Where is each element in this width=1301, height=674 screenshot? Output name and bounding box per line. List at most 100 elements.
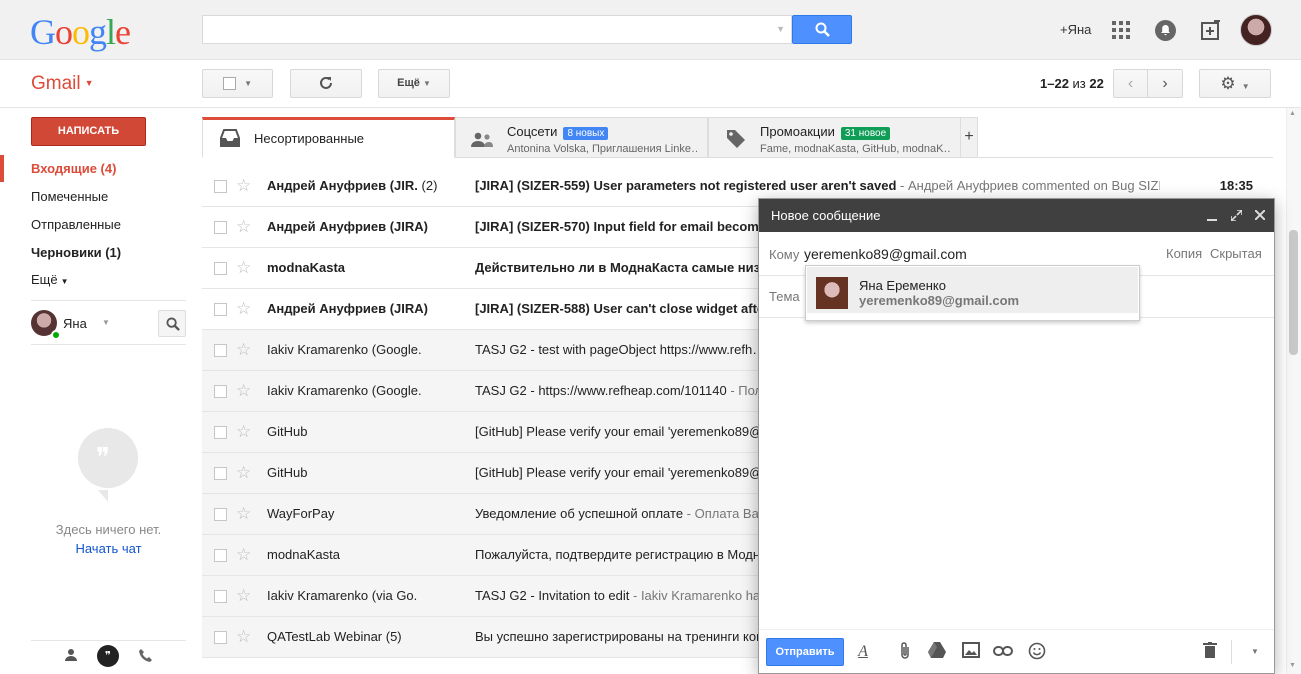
compose-title: Новое сообщение <box>771 208 881 223</box>
bcc-link[interactable]: Скрытая <box>1210 246 1262 261</box>
more-actions-button[interactable]: Ещё ▼ <box>378 69 450 98</box>
star-icon[interactable]: ☆ <box>236 217 251 237</box>
account-avatar[interactable] <box>1240 14 1272 46</box>
row-checkbox[interactable] <box>214 467 227 480</box>
add-tab-button[interactable]: + <box>960 117 978 158</box>
compose-button[interactable]: НАПИСАТЬ <box>31 117 146 146</box>
row-checkbox[interactable] <box>214 385 227 398</box>
star-icon[interactable]: ☆ <box>236 463 251 483</box>
start-chat-link[interactable]: Начать чат <box>31 541 186 556</box>
scroll-down-icon[interactable]: ▼ <box>1289 662 1296 669</box>
sidebar-item-starred[interactable]: Помеченные <box>31 189 108 204</box>
sidebar-item-inbox[interactable]: Входящие (4) <box>31 161 116 176</box>
minimize-icon[interactable] <box>1207 211 1217 221</box>
phone-icon[interactable] <box>135 648 155 668</box>
row-checkbox[interactable] <box>214 426 227 439</box>
subject: [JIRA] (SIZER-559) User parameters not r… <box>475 178 1160 193</box>
to-label: Кому <box>769 247 800 262</box>
insert-photo-icon[interactable] <box>961 642 981 662</box>
row-checkbox[interactable] <box>214 590 227 603</box>
settings-button[interactable]: ⚙ ▼ <box>1199 69 1271 98</box>
hangouts-search-button[interactable] <box>158 310 186 337</box>
refresh-button[interactable] <box>290 69 362 98</box>
emoji-icon[interactable] <box>1027 642 1047 662</box>
chevron-down-icon: ▼ <box>1241 82 1250 91</box>
star-icon[interactable]: ☆ <box>236 381 251 401</box>
tab-preview: Antonina Volska, Приглашения Linke… <box>507 143 697 155</box>
star-icon[interactable]: ☆ <box>236 258 251 278</box>
subject-input[interactable]: Тема <box>769 289 800 304</box>
chevron-right-icon: › <box>1162 75 1168 92</box>
delete-draft-icon[interactable] <box>1200 642 1220 662</box>
compose-header[interactable]: Новое сообщение <box>759 199 1274 232</box>
search-button[interactable] <box>792 15 852 44</box>
apps-grid-icon[interactable] <box>1112 21 1130 39</box>
star-icon[interactable]: ☆ <box>236 422 251 442</box>
new-count-badge: 8 новых <box>563 127 609 140</box>
tab-social[interactable]: Соцсети 8 новых Antonina Volska, Приглаше… <box>455 117 708 158</box>
expand-icon[interactable] <box>1231 210 1242 221</box>
top-bar: Google ▼ +Яна <box>0 0 1301 60</box>
scroll-up-icon[interactable]: ▲ <box>1289 110 1296 117</box>
contacts-icon[interactable] <box>61 648 81 668</box>
autocomplete-item[interactable]: Яна Еременко yeremenko89@gmail.com <box>807 267 1138 313</box>
google-logo[interactable]: Google <box>30 12 131 52</box>
contact-email: yeremenko89@gmail.com <box>859 293 1020 308</box>
gmail-menu[interactable]: Gmail ▼ <box>31 73 94 95</box>
attach-icon[interactable] <box>895 642 915 662</box>
hangouts-icon[interactable]: ❞ <box>97 645 119 667</box>
compose-window: Новое сообщение Кому yeremenko89@gmail.c… <box>758 198 1275 674</box>
row-checkbox[interactable] <box>214 262 227 275</box>
star-icon[interactable]: ☆ <box>236 299 251 319</box>
star-icon[interactable]: ☆ <box>236 176 251 196</box>
send-button[interactable]: Отправить <box>766 638 844 666</box>
hangouts-user-name[interactable]: Яна <box>63 316 87 331</box>
sidebar-item-drafts[interactable]: Черновики (1) <box>31 245 121 260</box>
message-body[interactable] <box>769 329 1264 624</box>
search-options-icon[interactable]: ▼ <box>776 24 785 34</box>
notifications-bell-icon[interactable] <box>1155 20 1176 41</box>
drive-icon[interactable] <box>927 642 947 662</box>
star-icon[interactable]: ☆ <box>236 586 251 606</box>
divider <box>31 640 186 641</box>
row-checkbox[interactable] <box>214 549 227 562</box>
row-checkbox[interactable] <box>214 631 227 644</box>
more-options-icon[interactable]: ▼ <box>1245 642 1265 662</box>
row-checkbox[interactable] <box>214 508 227 521</box>
insert-link-icon[interactable] <box>993 642 1013 662</box>
tab-primary[interactable]: Несортированные <box>202 117 455 158</box>
newer-page-button[interactable]: ‹ <box>1113 69 1148 98</box>
tab-promotions[interactable]: Промоакции 31 новое Fame, modnaKasta, Git… <box>708 117 961 158</box>
sender: WayForPay <box>267 506 335 521</box>
row-checkbox[interactable] <box>214 180 227 193</box>
chevron-down-icon[interactable]: ▼ <box>102 318 110 327</box>
select-checkbox-button[interactable]: ▼ <box>202 69 273 98</box>
online-status-icon <box>51 330 61 340</box>
chevron-left-icon: ‹ <box>1127 75 1134 92</box>
sender: Iakiv Kramarenko (Google. <box>267 342 422 357</box>
scrollbar[interactable] <box>1286 108 1301 674</box>
formatting-icon[interactable]: A <box>853 642 873 662</box>
divider <box>31 300 186 301</box>
row-checkbox[interactable] <box>214 221 227 234</box>
sender: Iakiv Kramarenko (Google. <box>267 383 422 398</box>
search-input[interactable]: ▼ <box>202 15 792 44</box>
sidebar-item-more[interactable]: Ещё ▼ <box>31 272 69 287</box>
star-icon[interactable]: ☆ <box>236 504 251 524</box>
cc-link[interactable]: Копия <box>1166 246 1202 261</box>
star-icon[interactable]: ☆ <box>236 545 251 565</box>
divider <box>1231 640 1232 664</box>
sidebar-item-sent[interactable]: Отправленные <box>31 217 121 232</box>
star-icon[interactable]: ☆ <box>236 627 251 647</box>
row-checkbox[interactable] <box>214 344 227 357</box>
row-checkbox[interactable] <box>214 303 227 316</box>
star-icon[interactable]: ☆ <box>236 340 251 360</box>
recipient-input[interactable]: yeremenko89@gmail.com <box>804 246 967 262</box>
scrollbar-thumb[interactable] <box>1289 230 1298 355</box>
chevron-down-icon: ▼ <box>422 79 431 88</box>
share-add-icon[interactable] <box>1200 19 1222 41</box>
older-page-button[interactable]: › <box>1147 69 1183 98</box>
close-icon[interactable] <box>1255 210 1265 220</box>
sender: GitHub <box>267 424 308 439</box>
plus-user-link[interactable]: +Яна <box>1060 22 1091 37</box>
